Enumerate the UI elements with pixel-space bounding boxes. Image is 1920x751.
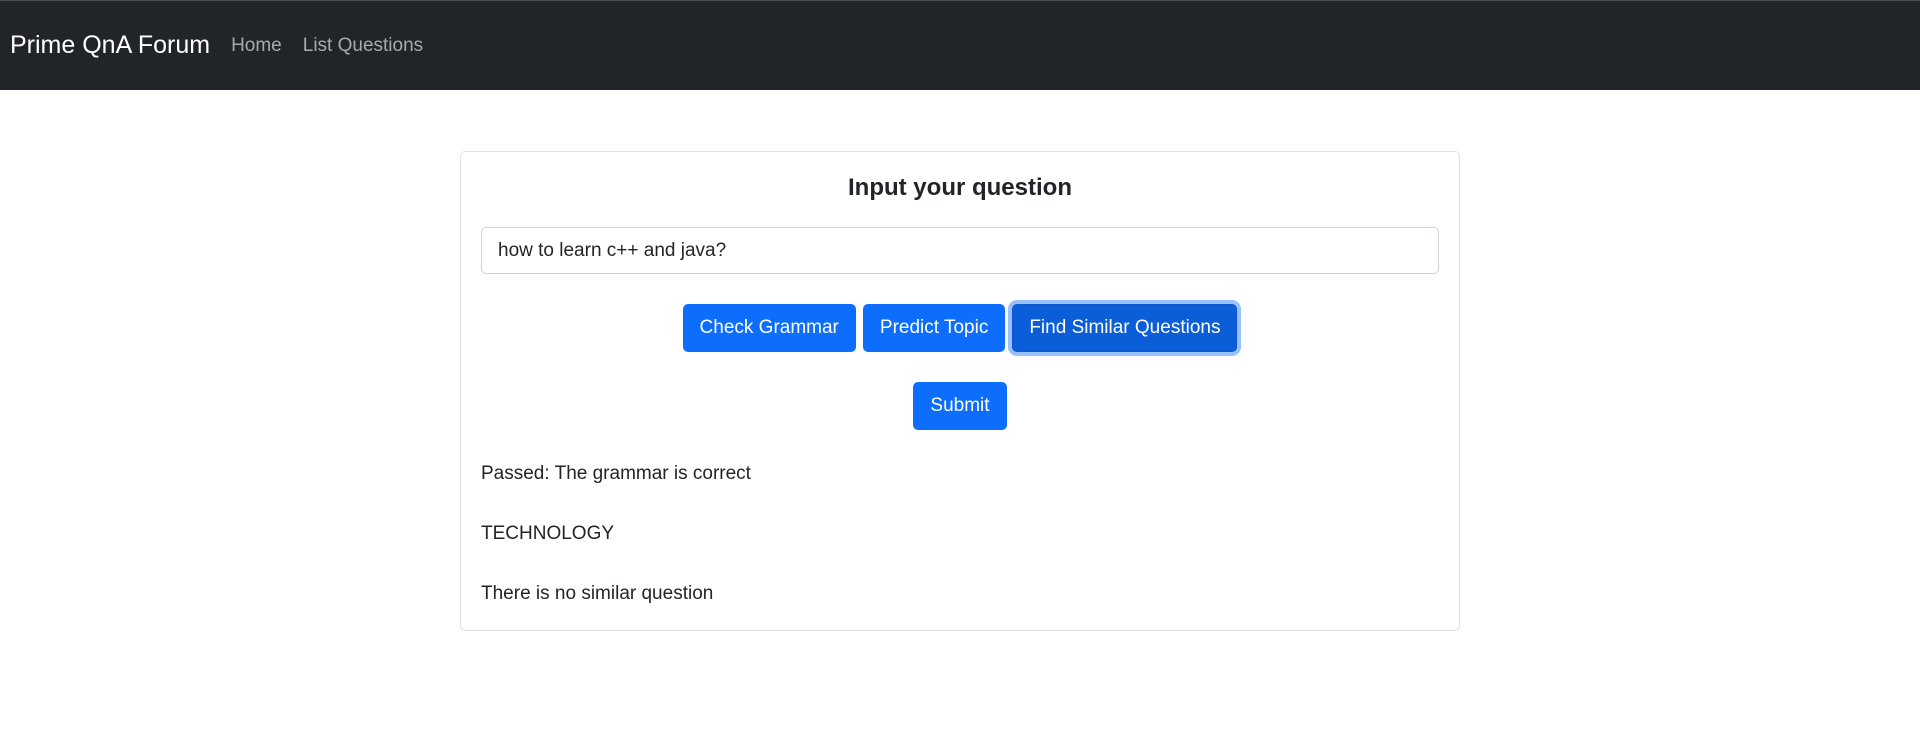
similar-questions-result: There is no similar question — [481, 583, 714, 604]
nav-link-home[interactable]: Home — [231, 35, 282, 57]
find-similar-questions-button[interactable]: Find Similar Questions — [1012, 304, 1238, 352]
grammar-result: Passed: The grammar is correct — [481, 463, 751, 484]
topic-result: TECHNOLOGY — [481, 523, 615, 544]
check-grammar-button[interactable]: Check Grammar — [682, 304, 856, 352]
brand-link[interactable]: Prime QnA Forum — [10, 31, 210, 60]
nav-link-list-questions[interactable]: List Questions — [303, 35, 423, 57]
action-buttons: Check Grammar Predict Topic Find Similar… — [461, 304, 1459, 352]
submit-button[interactable]: Submit — [913, 382, 1007, 430]
top-navbar: Prime QnA Forum Home List Questions — [0, 0, 1920, 90]
card-title: Input your question — [848, 174, 1072, 201]
submit-row: Submit — [461, 382, 1459, 430]
question-card: Input your question Check Grammar Predic… — [460, 151, 1460, 631]
predict-topic-button[interactable]: Predict Topic — [862, 304, 1006, 352]
question-input[interactable] — [481, 227, 1439, 274]
